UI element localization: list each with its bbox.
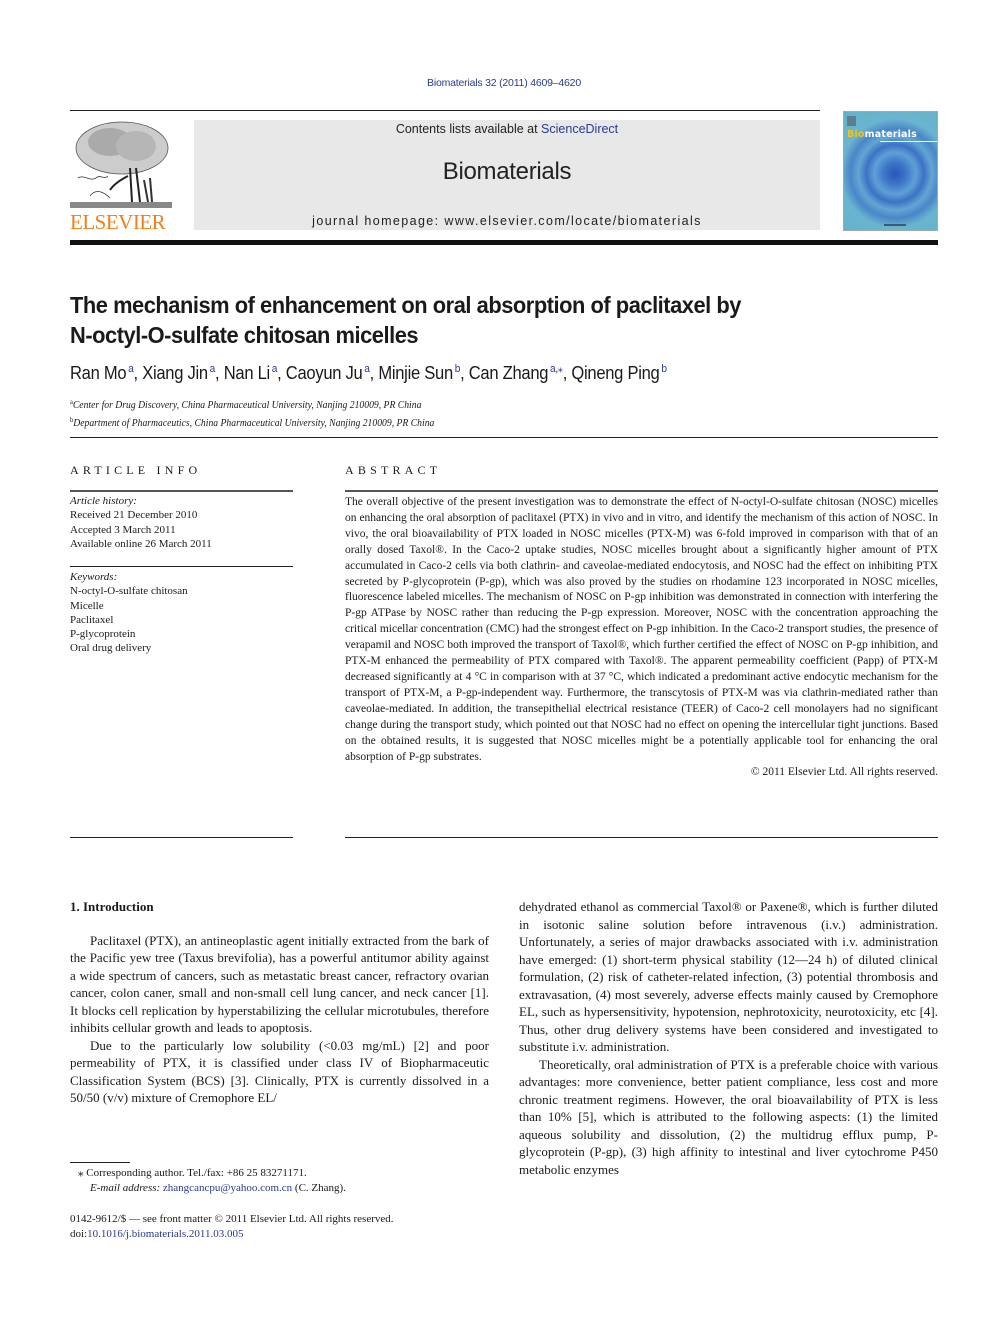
abstract-heading: ABSTRACT	[345, 463, 442, 477]
author: Minjie Sun b	[378, 363, 461, 383]
email-label: E-mail address:	[90, 1182, 163, 1194]
contents-line: Contents lists available at ScienceDirec…	[194, 122, 820, 136]
abstract-body: The overall objective of the present inv…	[345, 495, 938, 781]
affiliation-mark[interactable]: a,⁎	[550, 363, 563, 375]
corresponding-author-footnote: ⁎ Corresponding author. Tel./fax: +86 25…	[78, 1166, 346, 1196]
keywords-label: Keywords:	[70, 571, 118, 583]
article-history: Article history: Received 21 December 20…	[70, 494, 293, 551]
header-top-rule	[70, 110, 820, 111]
body-paragraph: Theoretically, oral administration of PT…	[519, 1056, 938, 1177]
body-paragraph: Paclitaxel (PTX), an antineoplastic agen…	[70, 932, 489, 1036]
abstract-bottom-rule	[345, 837, 938, 838]
history-accepted: Accepted 3 March 2011	[70, 523, 176, 536]
journal-cover-thumbnail[interactable]: Biomaterials	[843, 111, 938, 231]
affiliation-mark[interactable]: a	[364, 363, 370, 375]
cover-publisher-icon	[847, 116, 856, 126]
sciencedirect-link[interactable]: ScienceDirect	[541, 122, 618, 136]
body-paragraph: dehydrated ethanol as commercial Taxol® …	[519, 899, 938, 1054]
title-line-2: N-octyl-O-sulfate chitosan micelles	[70, 322, 419, 348]
history-received: Received 21 December 2010	[70, 509, 198, 522]
body-column-right: dehydrated ethanol as commercial Taxol® …	[519, 898, 938, 1178]
affiliation: aCenter for Drug Discovery, China Pharma…	[70, 398, 422, 411]
affiliation-mark[interactable]: b	[661, 363, 667, 375]
abstract-rule	[345, 490, 938, 492]
author: Nan Li a	[223, 363, 278, 383]
body-column-left: 1. Introduction Paclitaxel (PTX), an ant…	[70, 898, 489, 1107]
keyword: Micelle	[70, 599, 104, 612]
author: Caoyun Ju a	[285, 363, 370, 383]
contents-prefix: Contents lists available at	[395, 122, 542, 136]
journal-masthead: Contents lists available at ScienceDirec…	[194, 120, 820, 230]
article-info-rule	[70, 490, 293, 492]
affiliation-mark[interactable]: a	[272, 363, 278, 375]
affiliations: aCenter for Drug Discovery, China Pharma…	[70, 395, 714, 431]
doi-link[interactable]: 10.1016/j.biomaterials.2011.03.005	[87, 1228, 243, 1240]
keyword: Paclitaxel	[70, 613, 114, 626]
journal-homepage[interactable]: journal homepage: www.elsevier.com/locat…	[194, 214, 820, 228]
elsevier-tree-icon	[70, 118, 172, 210]
abstract-text: The overall objective of the present inv…	[345, 496, 938, 763]
affiliation: bDepartment of Pharmaceutics, China Phar…	[70, 416, 435, 429]
article-title: The mechanism of enhancement on oral abs…	[70, 290, 870, 350]
history-online: Available online 26 March 2011	[70, 537, 212, 550]
body-paragraph: Due to the particularly low solubility (…	[70, 1037, 489, 1106]
keyword: N-octyl-O-sulfate chitosan	[70, 585, 188, 598]
doi-line: doi:10.1016/j.biomaterials.2011.03.005	[70, 1227, 394, 1242]
email-line: E-mail address: zhangcancpu@yahoo.com.cn…	[78, 1181, 346, 1196]
affiliation-mark[interactable]: a	[210, 363, 216, 375]
keywords: Keywords: N-octyl-O-sulfate chitosan Mic…	[70, 570, 293, 656]
keyword: Oral drug delivery	[70, 642, 152, 655]
journal-citation[interactable]: Biomaterials 32 (2011) 4609–4620	[0, 77, 992, 89]
front-matter: 0142-9612/$ — see front matter © 2011 El…	[70, 1212, 394, 1241]
cover-divider	[880, 141, 937, 142]
keyword: P-glycoprotein	[70, 628, 136, 641]
keywords-rule	[70, 566, 293, 567]
footnote-rule	[70, 1162, 130, 1163]
section-divider	[70, 437, 938, 438]
history-label: Article history:	[70, 495, 137, 507]
cover-title: Biomaterials	[847, 129, 917, 140]
author-list: Ran Mo a, Xiang Jin a, Nan Li a, Caoyun Ju a…	[70, 363, 667, 383]
article-info-heading: ARTICLE INFO	[70, 463, 202, 477]
corresponding-author: ⁎ Corresponding author. Tel./fax: +86 25…	[78, 1167, 307, 1179]
article-info-bottom-rule	[70, 837, 293, 838]
elsevier-wordmark: ELSEVIER	[70, 210, 166, 234]
affiliation-mark[interactable]: a	[128, 363, 134, 375]
author: Can Zhang a,⁎	[468, 363, 563, 383]
citation-link[interactable]: Biomaterials 32 (2011) 4609–4620	[427, 77, 581, 89]
author: Xiang Jin a	[142, 363, 216, 383]
cover-footer-mark	[884, 224, 906, 226]
header-bottom-rule	[70, 240, 938, 245]
abstract-copyright: © 2011 Elsevier Ltd. All rights reserved…	[750, 766, 938, 779]
author: Ran Mo a	[70, 363, 134, 383]
front-matter-text: 0142-9612/$ — see front matter © 2011 El…	[70, 1213, 394, 1225]
email-suffix: (C. Zhang).	[292, 1182, 346, 1194]
affiliation-mark[interactable]: b	[455, 363, 461, 375]
title-line-1: The mechanism of enhancement on oral abs…	[70, 292, 741, 318]
email-link[interactable]: zhangcancpu@yahoo.com.cn	[163, 1182, 292, 1194]
doi-label: doi:	[70, 1227, 88, 1240]
elsevier-logo[interactable]: ELSEVIER	[70, 118, 172, 234]
author: Qineng Ping b	[571, 363, 667, 383]
journal-name: Biomaterials	[442, 158, 572, 185]
section-heading-introduction: 1. Introduction	[70, 899, 154, 914]
